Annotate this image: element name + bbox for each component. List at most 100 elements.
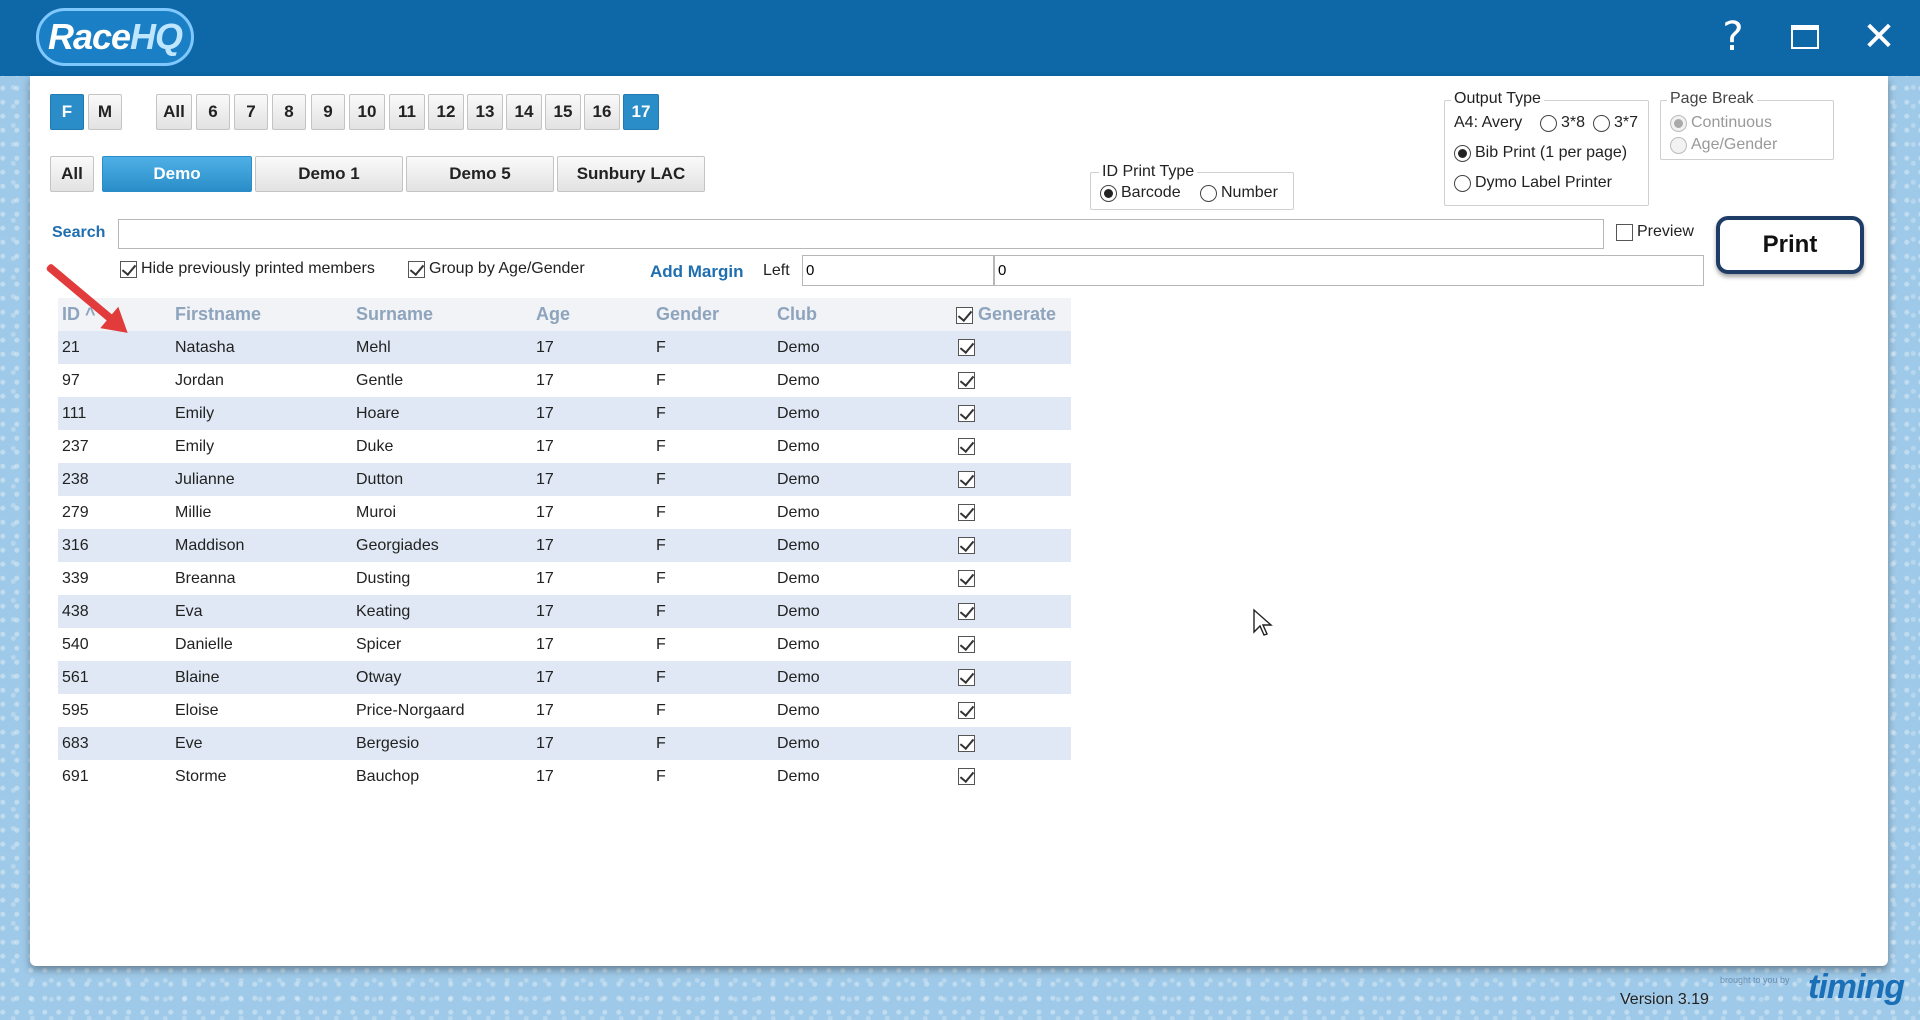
help-icon[interactable]: ?: [1710, 14, 1756, 60]
cell-age: 17: [536, 569, 554, 587]
club-filter-sunbury-lac[interactable]: Sunbury LAC: [557, 156, 705, 192]
age-filter-11[interactable]: 11: [389, 94, 425, 130]
generate-checkbox[interactable]: [958, 734, 975, 752]
generate-checkbox[interactable]: [958, 404, 975, 422]
cell-id: 595: [62, 701, 89, 719]
generate-checkbox[interactable]: [958, 503, 975, 521]
generate-checkbox[interactable]: [958, 437, 975, 455]
right-margin-input[interactable]: [994, 255, 1704, 286]
avery-3x7-radio[interactable]: [1593, 114, 1610, 132]
dymo-radio[interactable]: [1454, 174, 1471, 192]
age-filter-12[interactable]: 12: [428, 94, 464, 130]
age-gender-break-option[interactable]: Age/Gender: [1670, 136, 1777, 154]
table-row[interactable]: 97 Jordan Gentle 17 F Demo: [58, 364, 1071, 397]
generate-checkbox[interactable]: [958, 338, 975, 356]
table-row[interactable]: 691 Storme Bauchop 17 F Demo: [58, 760, 1071, 793]
cell-surname: Hoare: [356, 404, 400, 422]
cell-club: Demo: [777, 404, 820, 422]
generate-checkbox[interactable]: [958, 635, 975, 653]
table-row[interactable]: 21 Natasha Mehl 17 F Demo: [58, 331, 1071, 364]
age-filter-13[interactable]: 13: [467, 94, 503, 130]
header-age[interactable]: Age: [532, 304, 652, 325]
hide-printed-checkbox[interactable]: [120, 260, 137, 278]
group-by-checkbox[interactable]: [408, 260, 425, 278]
gender-filter-f[interactable]: F: [50, 94, 84, 130]
header-club[interactable]: Club: [773, 304, 952, 325]
cell-gender: F: [656, 668, 666, 686]
dymo-option[interactable]: Dymo Label Printer: [1454, 174, 1612, 192]
cell-club: Demo: [777, 635, 820, 653]
age-filter-17[interactable]: 17: [623, 94, 659, 130]
table-row[interactable]: 238 Julianne Dutton 17 F Demo: [58, 463, 1071, 496]
age-filter-all[interactable]: All: [156, 94, 192, 130]
club-filter-all[interactable]: All: [50, 156, 94, 192]
hide-printed-option[interactable]: Hide previously printed members: [120, 260, 375, 278]
barcode-radio[interactable]: [1100, 184, 1117, 202]
age-gender-break-radio[interactable]: [1670, 136, 1687, 154]
preview-checkbox[interactable]: [1616, 223, 1633, 241]
age-filter-9[interactable]: 9: [311, 94, 345, 130]
club-filter-demo[interactable]: Demo: [102, 156, 252, 192]
header-generate[interactable]: Generate: [952, 304, 1071, 325]
table-row[interactable]: 237 Emily Duke 17 F Demo: [58, 430, 1071, 463]
table-row[interactable]: 540 Danielle Spicer 17 F Demo: [58, 628, 1071, 661]
cell-generate: [952, 503, 1071, 522]
age-filter-10[interactable]: 10: [349, 94, 385, 130]
add-margin-link[interactable]: Add Margin: [650, 262, 744, 282]
preview-option[interactable]: Preview: [1616, 223, 1694, 241]
cell-surname: Duke: [356, 437, 394, 455]
table-row[interactable]: 279 Millie Muroi 17 F Demo: [58, 496, 1071, 529]
age-filter-6[interactable]: 6: [196, 94, 230, 130]
generate-checkbox[interactable]: [958, 767, 975, 785]
header-firstname[interactable]: Firstname: [171, 304, 352, 325]
group-by-option[interactable]: Group by Age/Gender: [408, 260, 585, 278]
age-filter-16[interactable]: 16: [584, 94, 620, 130]
cell-firstname: Danielle: [175, 635, 233, 653]
barcode-option[interactable]: Barcode: [1100, 184, 1181, 202]
table-row[interactable]: 561 Blaine Otway 17 F Demo: [58, 661, 1071, 694]
avery-3x8-radio[interactable]: [1540, 114, 1557, 132]
avery-3x7-option[interactable]: 3*7: [1593, 114, 1638, 132]
maximize-icon[interactable]: [1782, 14, 1828, 60]
print-button[interactable]: Print: [1716, 216, 1864, 274]
generate-checkbox[interactable]: [958, 668, 975, 686]
club-filter-demo-5[interactable]: Demo 5: [406, 156, 554, 192]
table-row[interactable]: 438 Eva Keating 17 F Demo: [58, 595, 1071, 628]
generate-checkbox[interactable]: [958, 470, 975, 488]
table-row[interactable]: 316 Maddison Georgiades 17 F Demo: [58, 529, 1071, 562]
gender-filter-m[interactable]: M: [88, 94, 122, 130]
club-filter-demo-1[interactable]: Demo 1: [255, 156, 403, 192]
continuous-option[interactable]: Continuous: [1670, 114, 1772, 132]
table-row[interactable]: 111 Emily Hoare 17 F Demo: [58, 397, 1071, 430]
avery-3x8-option[interactable]: 3*8: [1540, 114, 1585, 132]
number-radio[interactable]: [1200, 184, 1217, 202]
generate-checkbox[interactable]: [958, 371, 975, 389]
cell-club: Demo: [777, 734, 820, 752]
number-option[interactable]: Number: [1200, 184, 1278, 202]
cell-id: 279: [62, 503, 89, 521]
bib-print-radio[interactable]: [1454, 144, 1471, 162]
age-filter-7[interactable]: 7: [234, 94, 268, 130]
header-surname[interactable]: Surname: [352, 304, 532, 325]
age-filter-15[interactable]: 15: [545, 94, 581, 130]
table-row[interactable]: 339 Breanna Dusting 17 F Demo: [58, 562, 1071, 595]
left-margin-input[interactable]: [802, 255, 994, 286]
generate-checkbox[interactable]: [958, 569, 975, 587]
table-row[interactable]: 683 Eve Bergesio 17 F Demo: [58, 727, 1071, 760]
cell-generate: [952, 404, 1071, 423]
generate-all-checkbox[interactable]: [956, 306, 973, 324]
header-gender[interactable]: Gender: [652, 304, 773, 325]
close-icon[interactable]: ✕: [1856, 14, 1902, 60]
table-row[interactable]: 595 Eloise Price-Norgaard 17 F Demo: [58, 694, 1071, 727]
cell-id: 21: [62, 338, 80, 356]
generate-checkbox[interactable]: [958, 701, 975, 719]
generate-checkbox[interactable]: [958, 536, 975, 554]
search-input[interactable]: [118, 219, 1604, 249]
generate-checkbox[interactable]: [958, 602, 975, 620]
cell-club: Demo: [777, 470, 820, 488]
continuous-radio[interactable]: [1670, 114, 1687, 132]
bib-print-option[interactable]: Bib Print (1 per page): [1454, 144, 1627, 162]
age-filter-8[interactable]: 8: [272, 94, 306, 130]
age-filter-14[interactable]: 14: [506, 94, 542, 130]
id-print-type-title: ID Print Type: [1099, 163, 1198, 181]
